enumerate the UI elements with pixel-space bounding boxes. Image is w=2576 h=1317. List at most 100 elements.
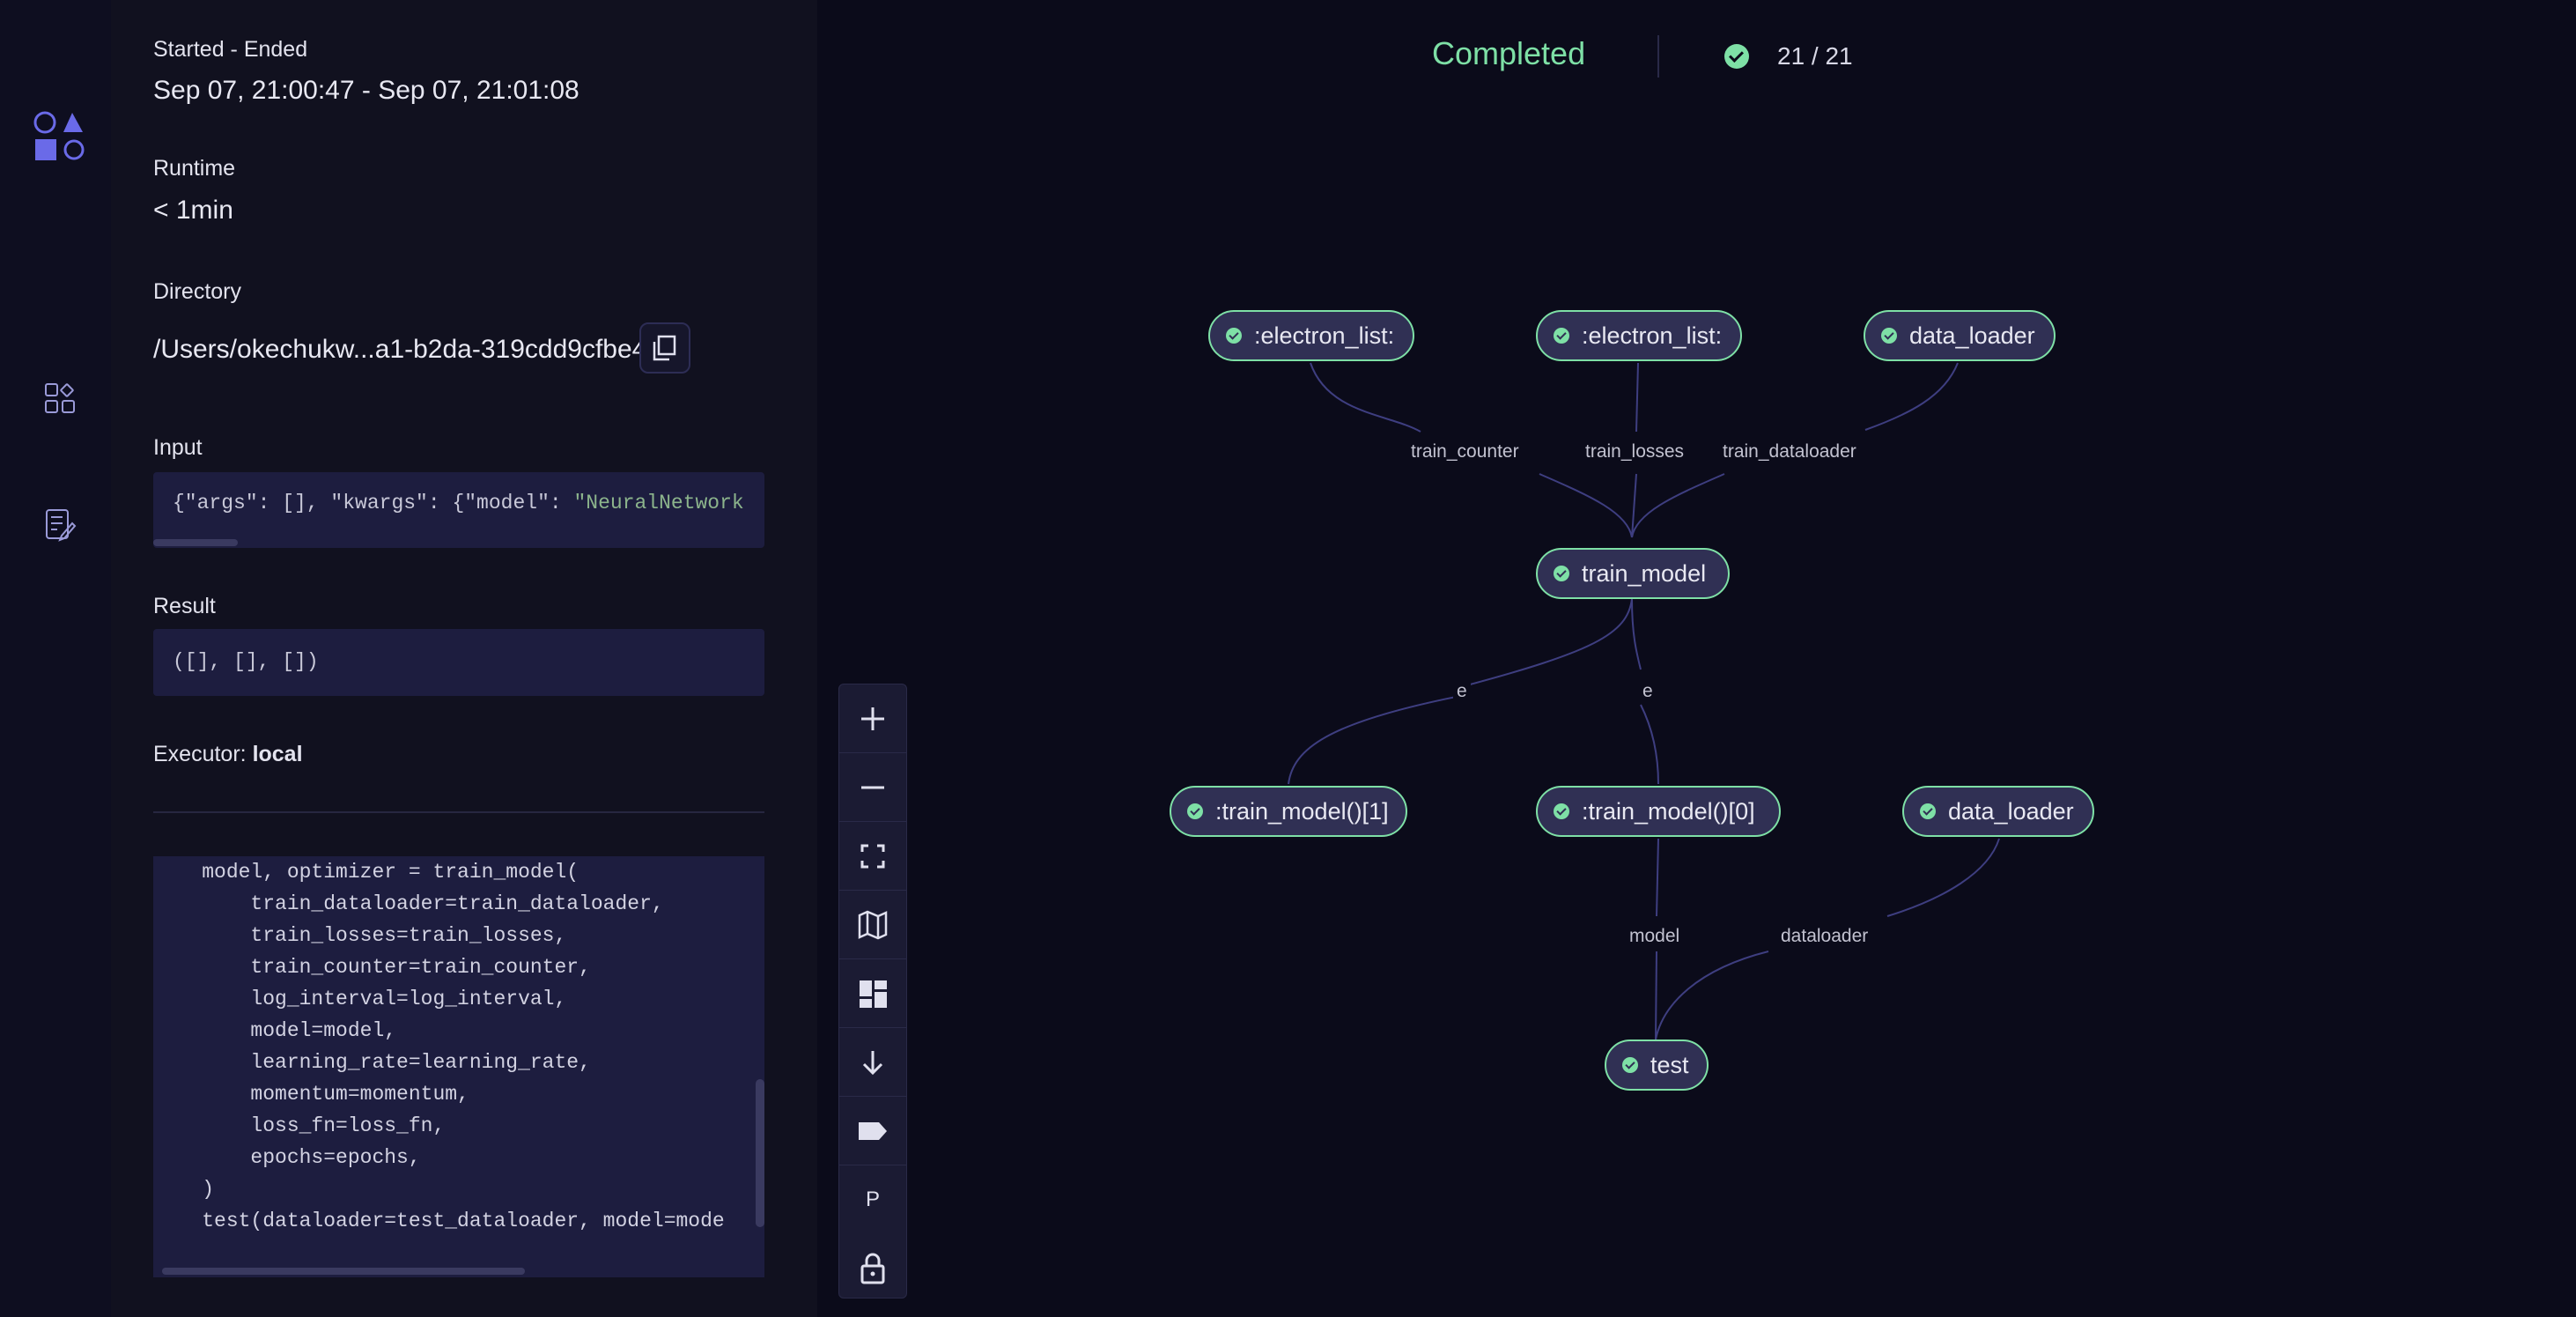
source-code-line: epochs=epochs, <box>153 1146 421 1169</box>
fullscreen-icon <box>860 844 885 869</box>
source-code-line: momentum=momentum, <box>153 1083 469 1106</box>
node-label: :train_model()[0] <box>1582 797 1755 825</box>
node-electron-list-2[interactable]: :electron_list: <box>1536 310 1742 361</box>
node-electron-list-1[interactable]: :electron_list: <box>1208 310 1414 361</box>
input-horizontal-scrollbar[interactable] <box>153 539 238 546</box>
edge-label-model: model <box>1626 926 1684 947</box>
minimap-button[interactable] <box>839 891 906 959</box>
edge-label-e-2: e <box>1639 681 1657 702</box>
layout-button[interactable] <box>839 959 906 1028</box>
covalent-logo-icon[interactable] <box>33 111 85 166</box>
edge-e1-out <box>1288 695 1461 785</box>
node-check-icon <box>1554 803 1569 819</box>
source-code-line: log_interval=log_interval, <box>153 988 567 1010</box>
edge-label-e-1: e <box>1453 681 1471 702</box>
input-code-box[interactable]: {"args": [], "kwargs": {"model": "Neural… <box>153 472 764 548</box>
started-ended-value: Sep 07, 21:00:47 - Sep 07, 21:01:08 <box>153 76 579 105</box>
node-train-model[interactable]: train_model <box>1536 548 1730 599</box>
edge-train-counter-out <box>1539 473 1633 538</box>
edge-train-dataloader-out <box>1631 473 1725 538</box>
lock-button[interactable] <box>839 1234 906 1303</box>
plus-icon <box>861 707 884 730</box>
source-code-line: train_losses=train_losses, <box>153 924 567 947</box>
zoom-in-button[interactable] <box>839 684 906 753</box>
dashboard-layout-icon <box>860 980 887 1008</box>
edge-model-out <box>1655 951 1657 1040</box>
result-code-box[interactable]: ([], [], []) <box>153 629 764 696</box>
runtime-label: Runtime <box>153 156 236 181</box>
left-navigation <box>0 0 112 1317</box>
logs-icon[interactable] <box>42 507 78 543</box>
graph-edges <box>1288 362 2000 1040</box>
edge-train-losses-in <box>1635 362 1639 433</box>
graph-canvas[interactable]: Completed 21 / 21 train_counter train_lo… <box>817 0 2576 1317</box>
edge-label-train-counter: train_counter <box>1407 441 1523 462</box>
node-label: data_loader <box>1909 322 2035 349</box>
zoom-out-button[interactable] <box>839 753 906 822</box>
source-code-line: model, optimizer = train_model( <box>153 861 579 884</box>
input-code-prefix: {"args": [], "kwargs": {"model": <box>173 492 574 514</box>
input-label: Input <box>153 435 203 460</box>
function-source-code[interactable]: model, optimizer = train_model( train_da… <box>153 856 764 1277</box>
dashboard-icon[interactable] <box>42 381 78 416</box>
node-check-icon <box>1920 803 1936 819</box>
node-check-icon <box>1622 1057 1638 1073</box>
node-train-model-0[interactable]: :train_model()[0] <box>1536 786 1781 837</box>
edge-label-dataloader: dataloader <box>1777 926 1872 947</box>
executor-value: local <box>252 742 303 766</box>
node-test[interactable]: test <box>1605 1040 1709 1091</box>
node-label: :electron_list: <box>1254 322 1395 349</box>
node-label: :electron_list: <box>1582 322 1723 349</box>
copy-directory-button[interactable] <box>639 322 690 374</box>
direction-down-button[interactable] <box>839 1028 906 1097</box>
fit-view-button[interactable] <box>839 822 906 891</box>
directory-value: /Users/okechukw...a1-b2da-319cdd9cfbe4 <box>153 335 647 364</box>
source-code-line: learning_rate=learning_rate, <box>153 1051 591 1074</box>
node-check-icon <box>1554 328 1569 344</box>
edge-train-dataloader-in <box>1864 362 1959 431</box>
node-data-loader-1[interactable]: data_loader <box>1864 310 2056 361</box>
result-label: Result <box>153 594 216 618</box>
toggle-labels-button[interactable] <box>839 1097 906 1165</box>
copy-icon <box>653 335 676 361</box>
executor-label: Executor: <box>153 742 253 766</box>
input-code-text: {"args": [], "kwargs": {"model": "Neural… <box>173 492 744 514</box>
panel-divider <box>153 811 764 813</box>
source-horizontal-scrollbar[interactable] <box>162 1268 525 1275</box>
started-ended-label: Started - Ended <box>153 37 308 62</box>
source-code-line: loss_fn=loss_fn, <box>153 1114 446 1137</box>
lock-icon <box>860 1253 885 1284</box>
node-label: data_loader <box>1948 797 2074 825</box>
source-code-line: train_dataloader=train_dataloader, <box>153 892 664 915</box>
edge-e1-in <box>1459 598 1633 688</box>
input-code-string: "NeuralNetwork <box>573 492 744 514</box>
node-check-icon <box>1187 803 1203 819</box>
source-code-line: model=model, <box>153 1019 397 1042</box>
edge-dataloader-in <box>1886 838 2000 917</box>
executor-line: Executor: local <box>153 742 303 767</box>
dispatch-details-panel: Started - Ended Sep 07, 21:00:47 - Sep 0… <box>111 0 818 1317</box>
edge-train-counter-in <box>1310 362 1421 433</box>
node-train-model-1[interactable]: :train_model()[1] <box>1170 786 1407 837</box>
source-vertical-scrollbar[interactable] <box>756 1079 764 1227</box>
graph-toolbar: P <box>838 684 907 1299</box>
edge-label-train-dataloader: train_dataloader <box>1719 441 1860 462</box>
directory-label: Directory <box>153 279 242 304</box>
node-label: test <box>1650 1051 1689 1078</box>
result-code-text: ([], [], []) <box>173 650 319 673</box>
node-check-icon <box>1226 328 1242 344</box>
source-code-line: train_counter=train_counter, <box>153 956 591 979</box>
edge-e2-in <box>1631 598 1642 670</box>
node-check-icon <box>1554 566 1569 581</box>
source-code-line: ) <box>153 1178 215 1201</box>
edge-e2-out <box>1640 704 1659 785</box>
node-label: :train_model()[1] <box>1215 797 1389 825</box>
runtime-value: < 1min <box>153 196 233 225</box>
edge-dataloader-out <box>1655 951 1769 1040</box>
arrow-down-icon <box>862 1051 883 1076</box>
node-data-loader-2[interactable]: data_loader <box>1902 786 2094 837</box>
toggle-parameters-button[interactable]: P <box>839 1165 906 1234</box>
edge-label-train-losses: train_losses <box>1582 441 1688 462</box>
node-check-icon <box>1881 328 1897 344</box>
map-icon <box>858 910 888 940</box>
